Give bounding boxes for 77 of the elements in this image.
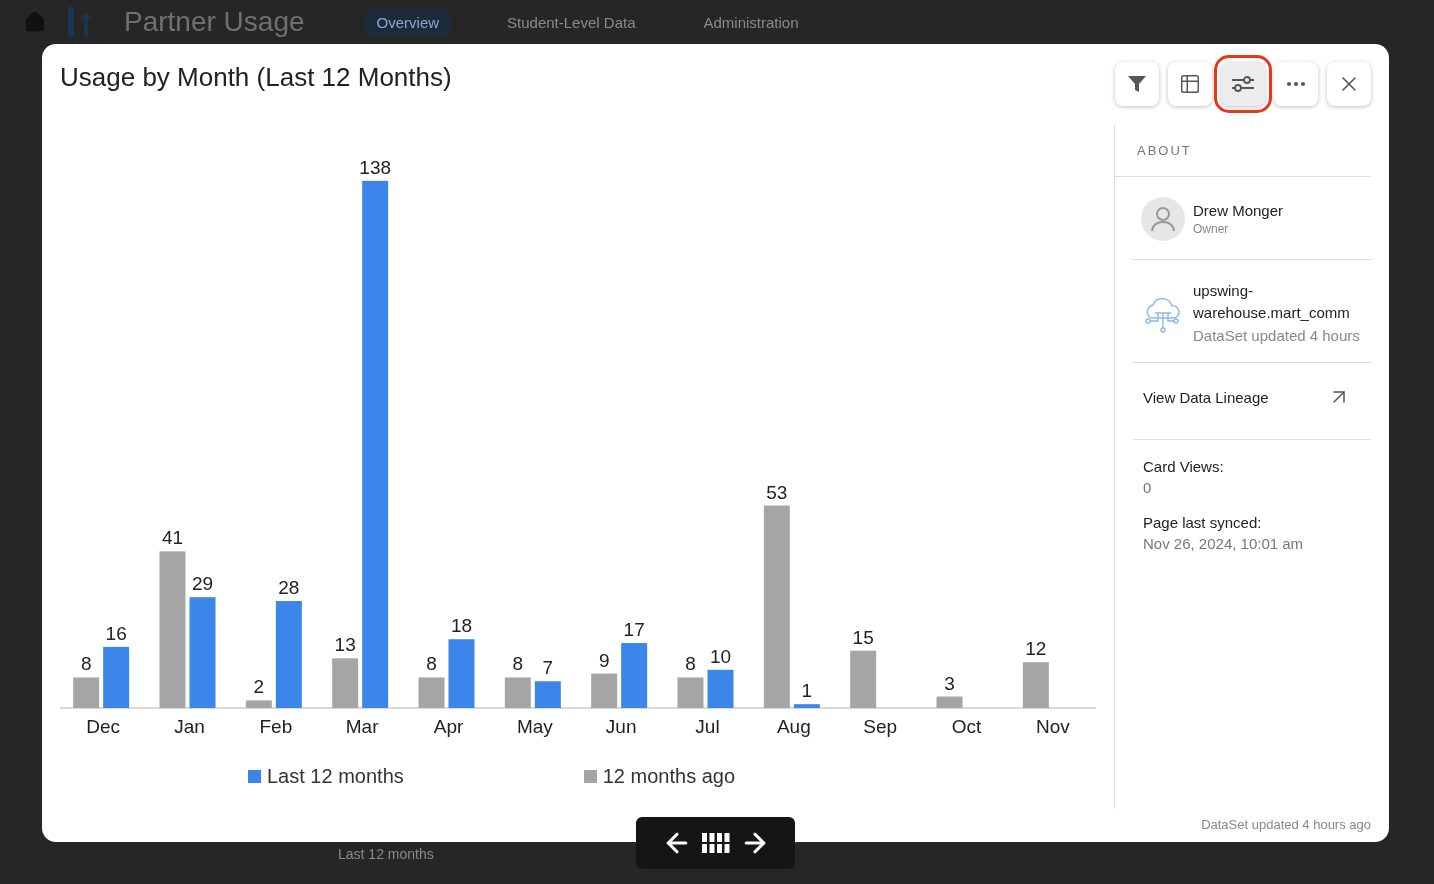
stat-value: 0	[1143, 479, 1153, 496]
data-label: 28	[278, 577, 300, 599]
filter-button[interactable]	[1115, 62, 1159, 106]
legend-item: Last 12 months	[248, 765, 404, 788]
data-label: 29	[191, 573, 214, 595]
data-label: 17	[623, 619, 645, 641]
grid-icon[interactable]	[701, 833, 730, 853]
bar	[504, 677, 531, 708]
data-label: 16	[105, 622, 127, 644]
axis-label: Jun	[605, 716, 637, 737]
axis-label: Dec	[86, 716, 121, 737]
data-label: 13	[334, 634, 356, 656]
data-label: 138	[359, 156, 391, 178]
footer-text: DataSet updated 4 hours ago	[1200, 816, 1372, 834]
filter-icon	[1127, 74, 1147, 94]
data-label: 7	[542, 657, 554, 679]
close-button[interactable]	[1327, 62, 1371, 106]
stat-label: Card Views:	[1143, 458, 1225, 475]
data-label: 8	[685, 653, 696, 675]
axis-label: Aug	[776, 716, 811, 737]
bar	[850, 650, 877, 708]
dataset-status: DataSet updated 4 hours	[1193, 327, 1361, 344]
axis-label: Apr	[433, 716, 464, 737]
bar	[677, 677, 704, 708]
data-label: 8	[80, 653, 92, 675]
bar	[332, 658, 359, 708]
bar	[418, 677, 445, 708]
axis-label: Sep	[863, 716, 898, 737]
dataset-name: upswing-warehouse.mart_comm	[1193, 281, 1351, 323]
page-title: Partner Usage	[124, 6, 305, 38]
bar	[73, 677, 100, 708]
bar	[591, 673, 618, 708]
bar	[936, 696, 963, 708]
table-icon	[1179, 73, 1201, 95]
legend-item: 12 months ago	[583, 765, 736, 788]
bar	[707, 669, 734, 708]
data-label: 1	[801, 680, 813, 702]
data-label: 8	[426, 653, 437, 675]
bar	[621, 643, 648, 708]
data-label: 10	[709, 645, 732, 667]
axis-label: Oct	[951, 716, 982, 737]
bar	[103, 646, 130, 708]
axis-label: Mar	[345, 716, 379, 737]
data-label: 53	[766, 481, 788, 503]
data-label: 2	[253, 676, 265, 698]
data-label: 18	[450, 615, 473, 637]
avatar-icon	[1141, 197, 1185, 241]
bar	[1022, 662, 1049, 708]
legend-text: Last 12 months	[338, 846, 434, 862]
data-label: 41	[161, 527, 184, 549]
data-label: 8	[512, 653, 524, 675]
sliders-icon	[1231, 75, 1255, 93]
page-tab[interactable]: Administration	[691, 7, 811, 37]
page-tab[interactable]: Student-Level Data	[495, 7, 648, 37]
lineage-link[interactable]: View Data Lineage	[1133, 363, 1371, 440]
section-heading: ABOUT	[1115, 125, 1371, 177]
data-label: 12	[1025, 638, 1047, 660]
stat-value: Nov 26, 2024, 10:01 am	[1143, 535, 1305, 552]
axis-label: Feb	[259, 716, 293, 737]
more-icon	[1287, 82, 1305, 86]
axis-label: May	[516, 716, 553, 737]
bar	[245, 700, 272, 708]
card-title: Usage by Month (Last 12 Months)	[60, 62, 452, 94]
page-tab[interactable]: Overview	[364, 7, 452, 37]
stat-label: Page last synced:	[1143, 514, 1263, 531]
bar	[448, 639, 475, 708]
table-button[interactable]	[1168, 62, 1212, 106]
data-label: 9	[598, 649, 610, 671]
bar	[793, 704, 820, 708]
owner-role: Owner	[1193, 222, 1230, 236]
data-label: 15	[852, 626, 874, 648]
owner-name: Drew Monger	[1193, 202, 1284, 219]
data-label: 3	[944, 672, 955, 694]
axis-label: Nov	[1035, 716, 1070, 737]
bar	[534, 681, 561, 708]
axis-label: Jul	[695, 716, 720, 737]
axis-label: Jan	[174, 716, 205, 737]
